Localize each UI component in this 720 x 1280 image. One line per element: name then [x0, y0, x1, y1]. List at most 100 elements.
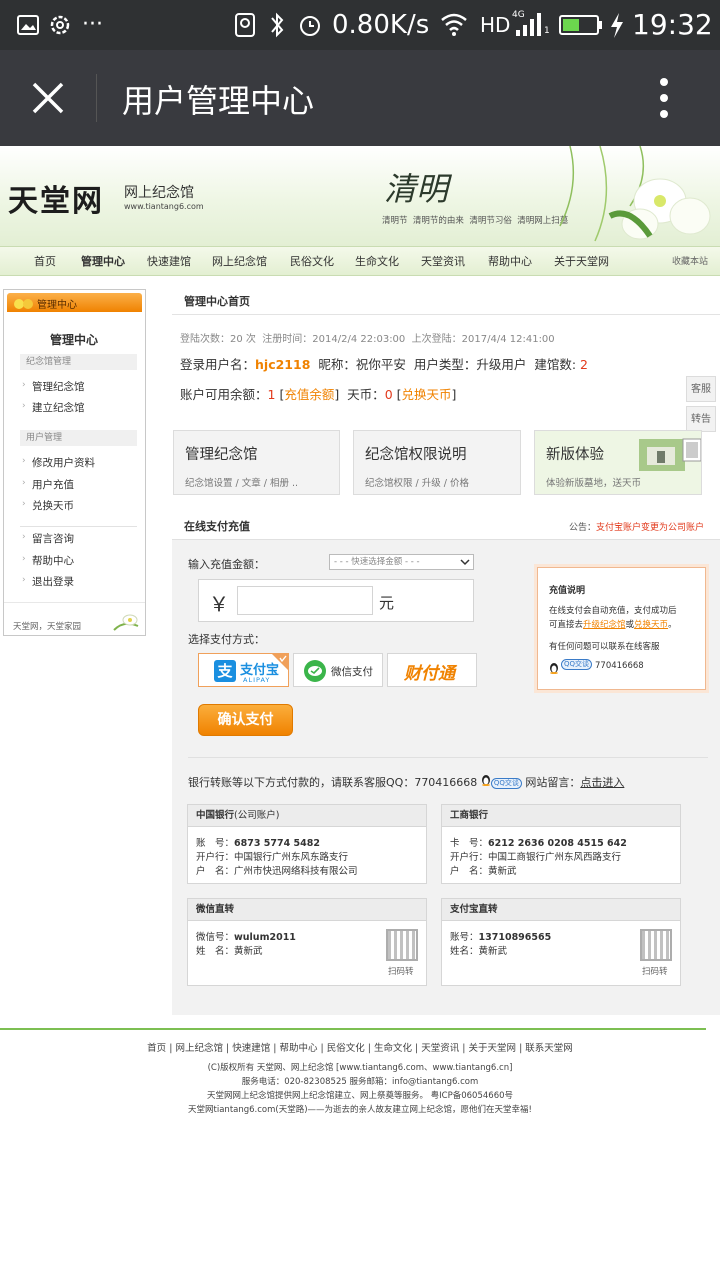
- status-bar: ··· 0.80K/s HD 4G 1 19:32: [0, 0, 720, 50]
- chevron-down-icon: [460, 555, 470, 574]
- willow-flowers-illustration: [559, 146, 711, 242]
- exchange-coin-link[interactable]: 兑换天币: [634, 620, 668, 630]
- banner-link[interactable]: 清明节: [382, 216, 408, 226]
- footer-link[interactable]: 快速建馆: [232, 1043, 270, 1054]
- exchange-link[interactable]: 兑换天币: [402, 387, 452, 402]
- sidebar-item-create-memorial[interactable]: 建立纪念馆: [32, 400, 85, 415]
- close-icon[interactable]: [30, 80, 66, 120]
- more-menu-icon[interactable]: [652, 76, 676, 124]
- footer-link[interactable]: 民俗文化: [327, 1043, 365, 1054]
- notice-text[interactable]: 支付宝账户变更为公司账户: [596, 523, 704, 533]
- qr-code-icon[interactable]: [386, 929, 418, 961]
- nav-admin[interactable]: 管理中心: [81, 247, 125, 277]
- sidebar-item-edit-profile[interactable]: 修改用户资料: [32, 455, 95, 470]
- nav-quick-build[interactable]: 快速建馆: [147, 247, 191, 277]
- alipay-name: 姓名：黄新武: [450, 946, 508, 957]
- qr-code-icon[interactable]: [640, 929, 672, 961]
- footer-link[interactable]: 联系天堂网: [525, 1043, 573, 1054]
- signal-icon: [514, 0, 546, 50]
- page-title: 用户管理中心: [122, 82, 315, 120]
- alipay-id: 账号：13710896565: [450, 932, 552, 943]
- confirm-pay-button[interactable]: 确认支付: [198, 704, 293, 736]
- alipay-option[interactable]: 支 支付宝 ALIPAY: [198, 653, 289, 687]
- sidebar-item-logout[interactable]: 退出登录: [32, 574, 74, 589]
- message-link[interactable]: 点击进入: [580, 776, 624, 789]
- amount-input[interactable]: [237, 586, 373, 615]
- boc-account: 账 号：6873 5774 5482: [196, 838, 320, 849]
- nav-folk-culture[interactable]: 民俗文化: [290, 247, 334, 277]
- amount-box: ￥ 元: [198, 579, 474, 622]
- wechat-transfer-box: 微信直转 微信号：wulum2011 姓 名：黄新武 扫码转: [187, 898, 427, 986]
- info-qq: 770416668: [595, 661, 644, 671]
- sidebar-item-message[interactable]: 留言咨询: [32, 531, 74, 546]
- footer-link[interactable]: 天堂资讯: [421, 1043, 459, 1054]
- tenpay-option[interactable]: 财付通: [387, 653, 477, 687]
- nav-about[interactable]: 关于天堂网: [554, 247, 609, 277]
- alipay-transfer-title: 支付宝直转: [442, 899, 680, 921]
- icbc-account-box: 工商银行 卡 号：6212 2636 0208 4515 642 开户行：中国工…: [441, 804, 681, 884]
- footer-link[interactable]: 生命文化: [374, 1043, 412, 1054]
- card-new-version[interactable]: 新版体验 体验新版墓地，送天币: [534, 430, 702, 495]
- alarm-icon: [298, 0, 322, 50]
- customer-service-tab[interactable]: 客服: [686, 376, 716, 402]
- title-divider: [96, 74, 97, 122]
- battery-icon: [558, 0, 604, 50]
- card-manage-memorial[interactable]: 管理纪念馆 纪念馆设置 / 文章 / 相册 ..: [173, 430, 340, 495]
- wechat-pay-label: 微信支付: [331, 666, 373, 678]
- quick-amount-select[interactable]: - - - 快速选择金额 - - -: [329, 554, 474, 570]
- footer-link[interactable]: 网上纪念馆: [175, 1043, 223, 1054]
- notice: 公告：支付宝账户变更为公司账户: [569, 523, 705, 533]
- coin-value: 0: [384, 387, 393, 402]
- footer-link[interactable]: 首页: [147, 1043, 166, 1054]
- nav-life-culture[interactable]: 生命文化: [355, 247, 399, 277]
- nav-memorial[interactable]: 网上纪念馆: [212, 247, 267, 277]
- nav-help[interactable]: 帮助中心: [488, 247, 532, 277]
- qq-chat-badge[interactable]: QQ交谈: [490, 778, 522, 789]
- alipay-icon: 支: [214, 660, 236, 682]
- network-speed: 0.80K/s: [332, 10, 430, 40]
- info-line3: 有任何问题可以联系在线客服: [549, 642, 660, 652]
- scan-label: 扫码转: [388, 967, 414, 977]
- site-logo[interactable]: 天堂网: [8, 176, 104, 220]
- sidebar-tab[interactable]: 管理中心: [7, 293, 142, 312]
- footer-link[interactable]: 帮助中心: [279, 1043, 317, 1054]
- site-banner: 天堂网 网上纪念馆 www.tiantang6.com 清明 清明节 清明节的由…: [0, 146, 720, 246]
- currency-symbol: ￥: [209, 592, 229, 616]
- username: hjc2118: [255, 357, 311, 372]
- sidebar-divider: [20, 526, 137, 527]
- footer-slogan: 天堂网tiantang6.com(天堂路)——为逝去的亲人故友建立网上纪念馆，愿…: [188, 1105, 532, 1115]
- banner-link[interactable]: 清明节习俗: [469, 216, 512, 226]
- flower-icon: [13, 296, 35, 315]
- icbc-owner: 户 名：黄新武: [450, 866, 517, 877]
- qq-chat-badge[interactable]: QQ交谈: [561, 659, 593, 670]
- alipay-transfer-box: 支付宝直转 账号：13710896565 姓名：黄新武 扫码转: [441, 898, 681, 986]
- main-nav: 首页 管理中心 快速建馆 网上纪念馆 民俗文化 生命文化 天堂资讯 帮助中心 关…: [0, 246, 720, 276]
- scan-label: 扫码转: [642, 967, 668, 977]
- banner-link[interactable]: 清明节的由来: [413, 216, 464, 226]
- nav-news[interactable]: 天堂资讯: [421, 247, 465, 277]
- boc-account-box: 中国银行(公司账户) 账 号：6873 5774 5482 开户行：中国银行广州…: [187, 804, 427, 884]
- footer-link[interactable]: 关于天堂网: [469, 1043, 517, 1054]
- chevron-right-icon: ›: [22, 532, 26, 542]
- sidebar-item-help[interactable]: 帮助中心: [32, 553, 74, 568]
- recharge-link[interactable]: 充值余额: [284, 387, 334, 402]
- wifi-icon: [440, 0, 468, 50]
- nav-home[interactable]: 首页: [34, 247, 56, 277]
- user-type: 升级用户: [476, 357, 527, 372]
- footer-service: 服务电话：020-82308525 服务邮箱：info@tiantang6.co…: [241, 1077, 479, 1087]
- wechat-pay-option[interactable]: 微信支付: [293, 653, 383, 687]
- sidebar-item-recharge[interactable]: 用户充值: [32, 477, 74, 492]
- bookmark-link[interactable]: 收藏本站: [672, 247, 708, 277]
- sidebar-title: 管理中心: [50, 333, 99, 347]
- footer-copyright: (C)版权所有 天堂网、网上纪念馆 [www.tiantang6.com、www…: [207, 1063, 513, 1073]
- sidebar-item-manage-memorial[interactable]: 管理纪念馆: [32, 379, 85, 394]
- share-tab[interactable]: 转告: [686, 406, 716, 432]
- card-permissions[interactable]: 纪念馆权限说明 纪念馆权限 / 升级 / 价格: [353, 430, 521, 495]
- sidebar-footer-divider: [4, 602, 145, 603]
- sidebar-item-exchange-coins[interactable]: 兑换天币: [32, 498, 74, 513]
- bluetooth-icon: [266, 0, 288, 50]
- chevron-right-icon: ›: [22, 380, 26, 390]
- upgrade-link[interactable]: 升级纪念馆: [583, 620, 626, 630]
- section-divider: [188, 757, 708, 758]
- wechat-id: 微信号：wulum2011: [196, 932, 296, 943]
